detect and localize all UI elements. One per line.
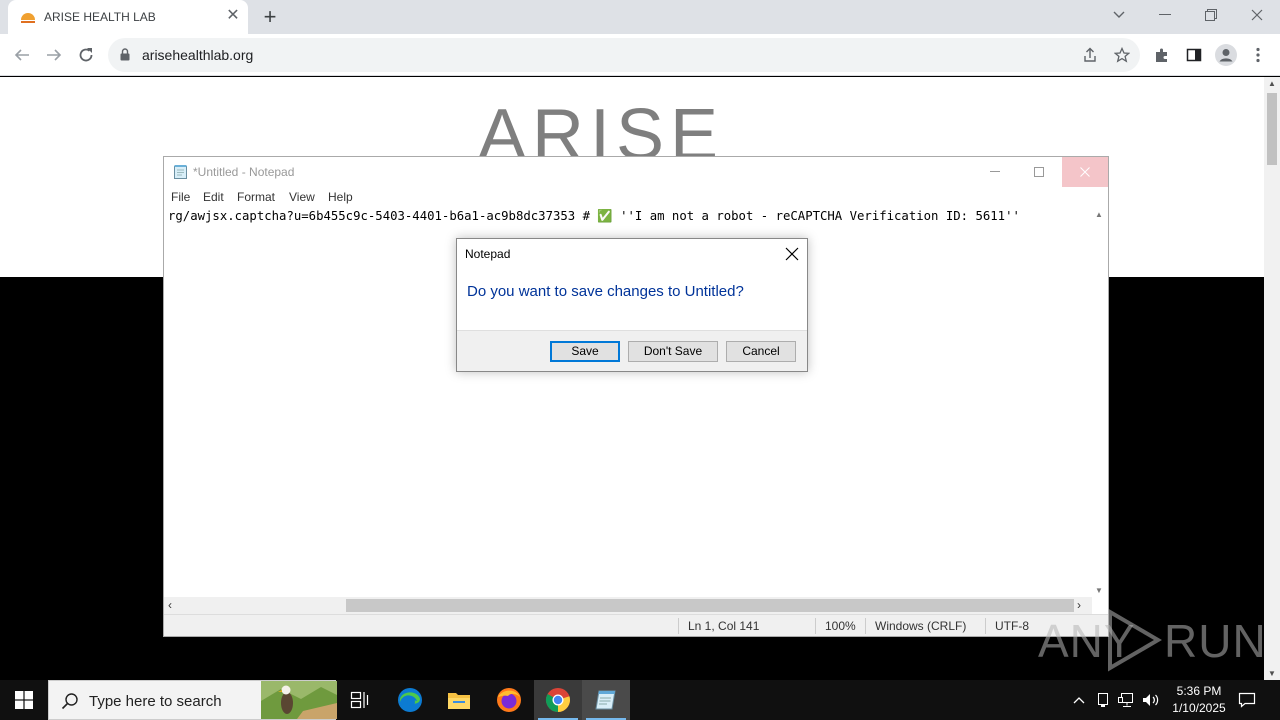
dialog-message: Do you want to save changes to Untitled? [467,283,744,300]
menu-format[interactable]: Format [237,190,275,204]
notepad-window: *Untitled - Notepad File Edit Format Vie… [163,156,1109,637]
extensions-icon[interactable] [1150,43,1174,67]
notepad-menubar: File Edit Format View Help [164,187,1108,207]
search-highlight-eagle-image [261,681,337,719]
scroll-left-arrow-icon[interactable]: ‹ [168,598,172,612]
chrome-icon [545,688,570,712]
bookmark-star-icon[interactable] [1110,43,1134,67]
line-ending: Windows (CRLF) [875,619,967,633]
forward-button[interactable] [42,43,66,67]
side-panel-icon[interactable] [1182,43,1206,67]
notepad-vertical-scrollbar[interactable]: ▲ ▼ [1092,207,1108,597]
notepad-close-button[interactable] [1062,157,1108,187]
save-changes-dialog: Notepad Do you want to save changes to U… [456,238,808,372]
menu-file[interactable]: File [171,190,190,204]
encoding: UTF-8 [995,619,1029,633]
horizontal-scroll-thumb[interactable] [346,599,1074,612]
start-button[interactable] [0,680,48,720]
notepad-maximize-button[interactable] [1016,157,1062,187]
close-window-button[interactable] [1234,0,1280,30]
chrome-menu-icon[interactable] [1246,43,1270,67]
browser-tab-strip: ARISE HEALTH LAB ✕ + [0,0,1280,34]
tab-search-icon[interactable] [1096,0,1142,30]
scroll-up-arrow-icon[interactable]: ▲ [1268,79,1276,88]
save-button[interactable]: Save [550,341,620,362]
scroll-down-arrow-icon[interactable]: ▼ [1268,669,1276,678]
notepad-statusbar: Ln 1, Col 141 100% Windows (CRLF) UTF-8 [164,614,1108,636]
network-icon[interactable] [1118,691,1136,709]
volume-icon[interactable] [1142,691,1160,709]
folder-icon [448,693,470,709]
watermark-right-text: RUN [1164,615,1267,667]
edge-taskbar-button[interactable] [386,680,434,720]
tab-title: ARISE HEALTH LAB [44,10,156,24]
task-view-icon [350,691,369,709]
chrome-taskbar-button[interactable] [534,680,582,720]
scroll-up-arrow-icon[interactable]: ▲ [1095,210,1103,219]
windows-logo-icon [15,691,33,709]
notepad-text-area[interactable]: rg/awjsx.captcha?u=6b455c9c-5403-4401-b6… [168,209,1092,224]
dont-save-button[interactable]: Don't Save [628,341,718,362]
zoom-level: 100% [825,619,856,633]
status-separator [815,618,816,634]
clock-date[interactable]: 1/10/2025 [1166,701,1232,715]
browser-toolbar: arisehealthlab.org [0,34,1280,76]
minimize-window-button[interactable] [1142,0,1188,30]
notifications-icon[interactable] [1238,691,1256,709]
notepad-icon [595,690,616,710]
tab-close-icon[interactable]: ✕ [224,7,242,25]
cursor-position: Ln 1, Col 141 [688,619,760,633]
page-scroll-thumb[interactable] [1267,93,1277,165]
file-explorer-taskbar-button[interactable] [435,680,483,720]
profile-avatar-icon[interactable] [1214,43,1238,67]
dialog-button-bar: Save Don't Save Cancel [457,330,807,371]
arise-favicon-icon [21,13,35,23]
menu-edit[interactable]: Edit [203,190,224,204]
browser-tab[interactable]: ARISE HEALTH LAB ✕ [8,0,248,34]
reload-button[interactable] [74,43,98,67]
lock-icon[interactable] [120,48,130,61]
show-hidden-icons-chevron-icon[interactable] [1070,691,1088,709]
menu-view[interactable]: View [289,190,315,204]
back-button[interactable] [10,43,34,67]
menu-help[interactable]: Help [328,190,353,204]
status-separator [985,618,986,634]
system-tray: 5:36 PM 1/10/2025 [1068,680,1280,720]
notepad-app-icon [174,165,187,179]
firefox-taskbar-button[interactable] [485,680,533,720]
anyrun-watermark: ANY RUN [1038,608,1266,672]
dialog-title: Notepad [465,247,511,261]
notepad-titlebar[interactable]: *Untitled - Notepad [164,157,1108,187]
address-bar[interactable]: arisehealthlab.org [108,38,1140,72]
edge-icon [398,688,422,712]
url-text[interactable]: arisehealthlab.org [142,47,253,63]
status-separator [865,618,866,634]
notepad-taskbar-button[interactable] [582,680,630,720]
dialog-close-icon[interactable] [783,245,801,263]
new-tab-button[interactable]: + [258,5,282,29]
cancel-button[interactable]: Cancel [726,341,796,362]
search-icon [61,693,78,710]
task-view-button[interactable] [336,680,384,720]
clock-time[interactable]: 5:36 PM [1172,684,1226,698]
status-separator [678,618,679,634]
restore-window-button[interactable] [1188,0,1234,30]
network-device-icon[interactable] [1094,691,1112,709]
notepad-horizontal-scrollbar[interactable]: ‹ › [164,597,1092,614]
scroll-down-arrow-icon[interactable]: ▼ [1095,586,1103,595]
search-placeholder: Type here to search [89,693,222,710]
notepad-title: *Untitled - Notepad [193,165,295,179]
taskbar-search-box[interactable]: Type here to search [48,680,337,720]
page-scrollbar[interactable]: ▲ ▼ [1264,77,1280,680]
site-logo: ARISE [478,103,725,163]
windows-taskbar: Type here to search 5:36 PM 1/10/2025 [0,680,1280,720]
notepad-minimize-button[interactable] [972,157,1018,187]
play-triangle-icon [1108,608,1162,672]
firefox-icon [497,688,521,712]
share-icon[interactable] [1078,43,1102,67]
